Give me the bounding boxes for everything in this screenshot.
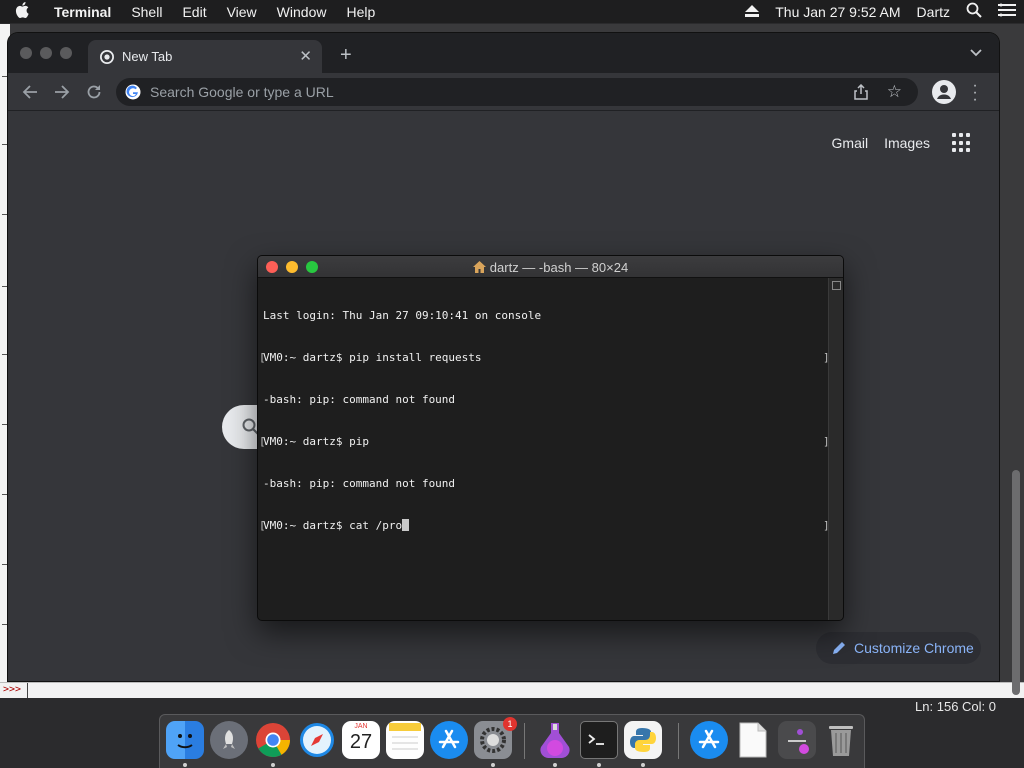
zoom-window-button[interactable] <box>60 47 72 59</box>
pencil-icon <box>833 642 845 654</box>
close-tab-icon[interactable]: ✕ <box>299 47 312 65</box>
python-shell-console[interactable]: >>> <box>0 682 1024 699</box>
dock-system-preferences-icon[interactable]: 1 <box>474 717 517 759</box>
menubar-clock[interactable]: Thu Jan 27 9:52 AM <box>767 4 908 20</box>
dock-notes-icon[interactable] <box>386 721 424 759</box>
terminal-line: Last login: Thu Jan 27 09:10:41 on conso… <box>263 309 542 322</box>
menu-view[interactable]: View <box>217 4 267 20</box>
customize-chrome-label: Customize Chrome <box>854 640 974 656</box>
terminal-window: dartz — -bash — 80×24 Last login: Thu Ja… <box>257 255 844 621</box>
menu-help[interactable]: Help <box>336 4 385 20</box>
cursor-position: Ln: 156 Col: 0 <box>915 699 996 714</box>
spotlight-search-icon[interactable] <box>958 2 990 21</box>
close-window-button[interactable] <box>20 47 32 59</box>
console-separator <box>27 683 28 699</box>
images-link[interactable]: Images <box>884 135 930 151</box>
new-tab-button[interactable]: + <box>340 44 352 67</box>
dock-running-indicator <box>641 763 645 767</box>
terminal-input-line[interactable]: [VM0:~ dartz$ cat /pro] <box>259 519 830 533</box>
dock-applications-folder-icon[interactable] <box>690 721 728 759</box>
google-g-icon <box>125 84 141 100</box>
menubar-user[interactable]: Dartz <box>909 4 958 20</box>
terminal-output[interactable]: Last login: Thu Jan 27 09:10:41 on conso… <box>258 278 830 620</box>
back-arrow-icon[interactable] <box>20 82 40 102</box>
chrome-favicon-icon <box>100 50 114 64</box>
reload-icon[interactable] <box>84 82 104 102</box>
control-center-icon[interactable] <box>990 3 1024 20</box>
terminal-line: -bash: pip: command not found <box>263 477 456 490</box>
eject-icon[interactable] <box>737 4 767 20</box>
terminal-line: [VM0:~ dartz$ pip] <box>259 435 830 448</box>
dock-trash-icon[interactable] <box>822 721 860 759</box>
editor-scrollbar[interactable] <box>1012 470 1020 695</box>
omnibox[interactable]: ☆ <box>116 78 918 106</box>
ntp-links: Gmail Images <box>816 133 972 153</box>
split-pane-icon[interactable] <box>832 281 841 290</box>
menu-edit[interactable]: Edit <box>172 4 216 20</box>
dock-running-indicator <box>271 763 275 767</box>
dock-chrome-icon[interactable] <box>254 721 292 759</box>
minimize-window-button[interactable] <box>40 47 52 59</box>
calendar-day: 27 <box>349 731 373 753</box>
dock-launchpad-icon[interactable] <box>210 721 248 759</box>
tab-new-tab[interactable]: New Tab ✕ <box>88 40 322 73</box>
tab-search-chevron-icon[interactable] <box>969 45 983 59</box>
url-input[interactable] <box>150 78 830 106</box>
terminal-titlebar[interactable]: dartz — -bash — 80×24 <box>258 256 843 278</box>
dock-terminal-icon[interactable] <box>580 721 618 759</box>
home-folder-icon <box>472 261 486 273</box>
dock-python-launcher-icon[interactable] <box>536 721 574 759</box>
share-icon[interactable] <box>854 83 868 105</box>
menu-app-terminal[interactable]: Terminal <box>44 4 121 20</box>
dock-running-indicator <box>183 763 187 767</box>
terminal-scrollbar[interactable] <box>828 278 843 620</box>
chrome-toolbar: ☆ ··· <box>8 73 999 111</box>
dock-running-indicator <box>553 763 557 767</box>
terminal-title: dartz — -bash — 80×24 <box>258 260 843 275</box>
tab-title: New Tab <box>122 49 173 64</box>
dock-document-icon[interactable] <box>734 721 772 759</box>
menu-shell[interactable]: Shell <box>121 4 172 20</box>
terminal-line: [VM0:~ dartz$ pip install requests] <box>259 351 830 364</box>
calendar-month: JAN <box>354 723 368 730</box>
dock-app-store-icon[interactable] <box>430 721 468 759</box>
menu-bar: Terminal Shell Edit View Window Help Thu… <box>0 0 1024 23</box>
dock-separator <box>678 723 679 759</box>
gmail-link[interactable]: Gmail <box>832 135 869 151</box>
dock-downloads-stack-icon[interactable] <box>778 721 816 759</box>
profile-avatar-icon[interactable] <box>932 80 956 104</box>
apple-menu-icon[interactable] <box>0 1 44 22</box>
dock: JAN 27 1 <box>159 714 865 768</box>
dock-calendar-icon[interactable]: JAN 27 <box>342 721 380 759</box>
tab-strip: New Tab ✕ + <box>8 33 999 73</box>
chrome-menu-icon[interactable]: · · · <box>970 78 980 108</box>
dock-python-icon[interactable] <box>624 721 662 759</box>
notification-badge: 1 <box>503 717 517 731</box>
menu-window[interactable]: Window <box>267 4 337 20</box>
terminal-line: -bash: pip: command not found <box>263 393 456 406</box>
google-apps-icon[interactable] <box>952 133 972 153</box>
dock-separator <box>524 723 525 759</box>
console-prompt: >>> <box>3 684 22 695</box>
text-cursor <box>402 519 410 531</box>
dock-finder-icon[interactable] <box>166 721 204 759</box>
dock-running-indicator <box>597 763 601 767</box>
bookmark-star-icon[interactable]: ☆ <box>887 82 902 102</box>
forward-arrow-icon[interactable] <box>52 82 72 102</box>
customize-chrome-button[interactable]: Customize Chrome <box>816 632 981 664</box>
terminal-title-text: dartz — -bash — 80×24 <box>489 260 629 275</box>
dock-running-indicator <box>491 763 495 767</box>
dock-safari-icon[interactable] <box>298 721 336 759</box>
